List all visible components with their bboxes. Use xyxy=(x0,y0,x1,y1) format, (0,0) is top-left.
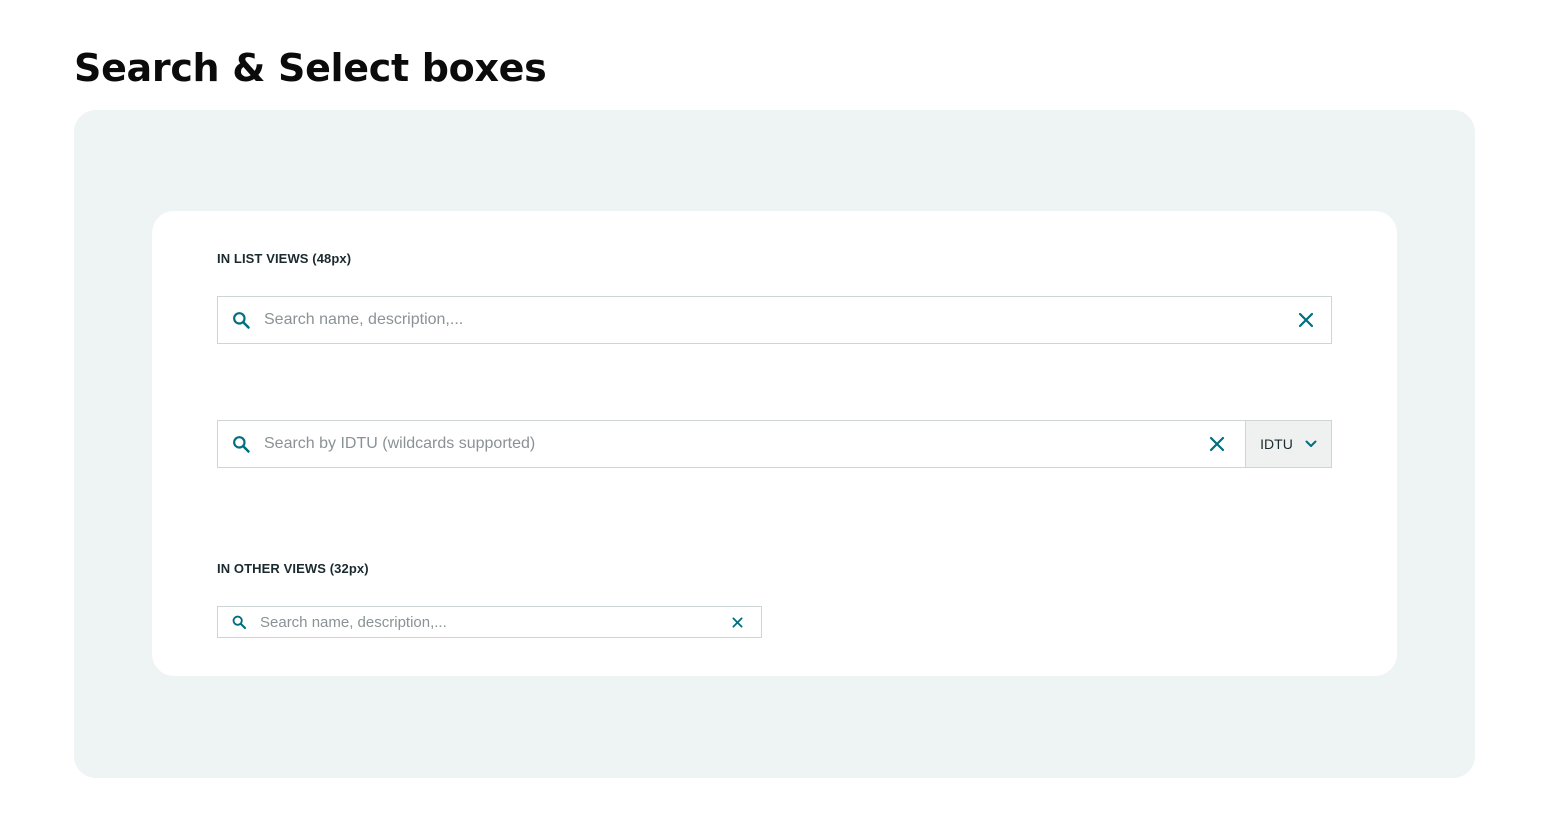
list-search-box xyxy=(217,296,1332,344)
close-icon[interactable] xyxy=(1281,297,1331,343)
select-value: IDTU xyxy=(1260,436,1293,452)
search-icon xyxy=(218,421,264,467)
search-field-select[interactable]: IDTU xyxy=(1245,421,1331,467)
close-icon[interactable] xyxy=(1189,421,1245,467)
small-search-box xyxy=(217,606,762,638)
chevron-down-icon xyxy=(1305,435,1317,453)
small-search-input[interactable] xyxy=(260,613,713,631)
idtu-search-input[interactable] xyxy=(264,435,1189,453)
search-icon xyxy=(218,607,260,637)
close-icon[interactable] xyxy=(713,607,761,637)
search-icon xyxy=(218,297,264,343)
list-search-select-box: IDTU xyxy=(217,420,1332,468)
list-views-label: IN LIST VIEWS (48px) xyxy=(217,251,352,266)
page-title: Search & Select boxes xyxy=(74,46,547,90)
search-input[interactable] xyxy=(264,311,1281,329)
other-views-label: IN OTHER VIEWS (32px) xyxy=(217,561,369,576)
